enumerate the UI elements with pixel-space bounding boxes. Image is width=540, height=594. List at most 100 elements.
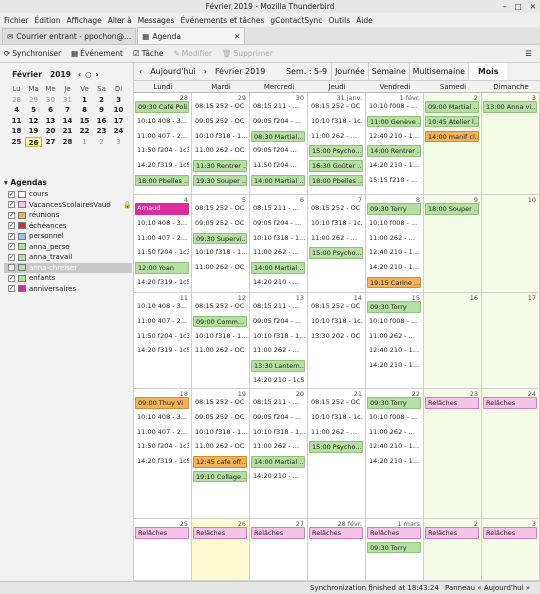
- checkbox-icon[interactable]: ✓: [8, 232, 15, 240]
- mini-day[interactable]: 16: [93, 116, 110, 127]
- calendar-event[interactable]: 14:20 210 - ...: [251, 470, 305, 483]
- mini-day[interactable]: 10: [110, 105, 127, 116]
- calendar-event[interactable]: 15:00 Psycho...: [309, 145, 363, 157]
- hamburger-menu-icon[interactable]: ☰: [525, 49, 532, 58]
- calendar-event[interactable]: 10:10 f318 - 1...: [193, 426, 247, 439]
- mini-day[interactable]: 7: [59, 105, 76, 116]
- day-cell[interactable]: 10: [482, 195, 540, 293]
- calendar-event[interactable]: 10:10 f008 - ...: [367, 101, 421, 113]
- calendar-event[interactable]: 11:00 Genève ...: [367, 115, 421, 128]
- menu-affichage[interactable]: Affichage: [66, 16, 101, 25]
- today-pane-button[interactable]: Panneau « Aujourd'hui »: [445, 584, 530, 592]
- checkbox-icon[interactable]: ✓: [8, 274, 15, 282]
- calendar-event[interactable]: 10:10 408 - 3...: [135, 301, 189, 313]
- calendar-event[interactable]: 11:00 262 - ...: [251, 247, 305, 259]
- calendar-event[interactable]: 11:00 262 - OC: [193, 345, 247, 357]
- mini-day[interactable]: 11: [8, 116, 25, 127]
- tab-week[interactable]: Semaine: [367, 63, 409, 80]
- calendar-event[interactable]: 13:30 Lantern...: [251, 360, 305, 372]
- mini-day[interactable]: 30: [42, 95, 59, 106]
- calendar-event[interactable]: 09:30 Café Poli...: [135, 101, 189, 113]
- day-cell[interactable]: 21 08:15 252 - OC 10:10 f318 - 1c... 11:00 …: [308, 389, 366, 519]
- mini-day[interactable]: 23: [93, 126, 110, 137]
- tab-multiweek[interactable]: Multisemaine: [408, 63, 468, 80]
- checkbox-icon[interactable]: ✓: [8, 243, 15, 251]
- calendar-event[interactable]: 14:20 f319 - 1c5: [135, 160, 189, 172]
- menu-aller[interactable]: Aller à: [108, 16, 132, 25]
- calendar-event[interactable]: 09:00 Thuy Vi: [135, 397, 189, 409]
- day-cell[interactable]: 24 Relâches: [482, 389, 540, 519]
- calendar-event[interactable]: 11:50 f204 - 1c3: [135, 145, 189, 157]
- mini-day[interactable]: 18: [8, 126, 25, 137]
- calendar-event[interactable]: 09:00 Comm...: [193, 315, 247, 328]
- agenda-item[interactable]: ✓ anniversaires: [4, 284, 132, 295]
- mini-calendar-month[interactable]: Février: [8, 70, 46, 79]
- day-cell[interactable]: 15 09:30 Torry 10:10 f008 - ... 11:00 262 -…: [366, 293, 424, 389]
- calendar-event[interactable]: 13:00 Anna vi...: [483, 101, 537, 113]
- calendar-event[interactable]: 12:40 210 - 1...: [367, 247, 421, 259]
- calendar-event[interactable]: 11:00 262 - ...: [367, 330, 421, 343]
- mini-day[interactable]: 27: [42, 137, 59, 148]
- calendar-event[interactable]: 15:00 Psycho...: [309, 247, 363, 259]
- tab-month[interactable]: Mois: [467, 63, 508, 80]
- calendar-event[interactable]: 10:10 f318 - 1c...: [309, 217, 363, 230]
- checkbox-icon[interactable]: ✓: [8, 201, 15, 209]
- calendar-event[interactable]: 09:05 f204 - ...: [251, 411, 305, 424]
- calendar-event[interactable]: 09:05 252 - OC: [193, 115, 247, 128]
- mini-day[interactable]: 2: [93, 137, 110, 148]
- calendar-event[interactable]: 11:30 Rentrer ...: [193, 160, 247, 172]
- menu-outils[interactable]: Outils: [328, 16, 350, 25]
- calendar-event[interactable]: 12:45 cafe off...: [193, 456, 247, 468]
- day-cell[interactable]: 8 09:30 Torry 10:10 f008 - ... 11:00 262 - …: [366, 195, 424, 293]
- today-dot-icon[interactable]: ○: [85, 70, 92, 79]
- next-icon[interactable]: ›: [199, 67, 212, 76]
- calendar-event[interactable]: 18:00 Pbelles ...: [309, 174, 363, 187]
- tab-day[interactable]: Journée: [331, 63, 368, 80]
- calendar-event[interactable]: 08:15 211 - ...: [251, 397, 305, 409]
- tab-inbox[interactable]: ✉ Courrier entrant - ppochon@...: [2, 28, 137, 44]
- calendar-event[interactable]: 09:00 Martial ...: [425, 101, 479, 113]
- menu-messages[interactable]: Messages: [138, 16, 175, 25]
- calendar-event[interactable]: 10:10 408 - 3...: [135, 411, 189, 424]
- day-cell[interactable]: 29 08:15 252 - OC 09:05 252 - OC 10:10 f318…: [192, 93, 250, 195]
- calendar-event[interactable]: 09:30 Torry: [367, 541, 421, 554]
- calendar-event[interactable]: 09:05 252 - OC: [193, 411, 247, 424]
- calendar-event[interactable]: 14:20 f319 - 1c5: [135, 456, 189, 468]
- calendar-event[interactable]: 18:00 Souper ...: [425, 203, 479, 215]
- calendar-event[interactable]: 14:00 Martial ...: [251, 262, 305, 274]
- checkbox-icon[interactable]: ✓: [8, 222, 15, 230]
- day-cell[interactable]: 5 08:15 252 - OC 09:05 252 - OC 09:30 Super…: [192, 195, 250, 293]
- mini-day[interactable]: 20: [42, 126, 59, 137]
- checkbox-icon[interactable]: ✓: [8, 253, 15, 261]
- calendar-event[interactable]: 14:20 210 - 1...: [367, 456, 421, 468]
- delete-button[interactable]: 🗑 Supprimer: [222, 49, 273, 58]
- calendar-event[interactable]: Relâches: [193, 527, 247, 539]
- agenda-item[interactable]: ✓ personnel: [4, 231, 132, 242]
- calendar-event[interactable]: 16:30 Goûter ...: [309, 160, 363, 172]
- calendar-event[interactable]: 12:00 Yoan: [135, 262, 189, 274]
- calendar-event[interactable]: 14:20 f319 - 1c5: [135, 345, 189, 357]
- calendar-event[interactable]: 09:30 Torry: [367, 203, 421, 215]
- mini-day[interactable]: 1: [76, 137, 93, 148]
- day-cell[interactable]: 23 Relâches: [424, 389, 482, 519]
- calendar-event[interactable]: 10:10 f318 - 1...: [251, 330, 305, 343]
- calendar-event[interactable]: 19:10 Collage ...: [193, 470, 247, 483]
- day-cell[interactable]: 2 Relâches: [424, 519, 482, 581]
- calendar-event[interactable]: 10:10 f318 - 1c...: [309, 115, 363, 128]
- close-icon[interactable]: ✕: [530, 0, 536, 13]
- calendar-event[interactable]: 11:00 262 - ...: [367, 426, 421, 439]
- day-cell[interactable]: 4 Arnaud 10:10 408 - 3... 11:00 407 - 2... 1…: [134, 195, 192, 293]
- calendar-event[interactable]: 15:15 f210 - ...: [367, 174, 421, 187]
- minimize-icon[interactable]: –: [503, 0, 507, 13]
- agenda-item[interactable]: ✓ anna_perso: [4, 242, 132, 253]
- mini-calendar-year[interactable]: 2019: [50, 70, 74, 79]
- mini-day[interactable]: 6: [42, 105, 59, 116]
- agenda-item[interactable]: ✓ VacancesScolairesVaud 🔒: [4, 200, 132, 211]
- day-cell[interactable]: 11 10:10 408 - 3... 11:00 407 - 2... 11:50 …: [134, 293, 192, 389]
- day-cell[interactable]: 19 08:15 252 - OC 09:05 252 - OC 10:10 f318…: [192, 389, 250, 519]
- calendar-event[interactable]: 12:40 210 - 1...: [367, 130, 421, 143]
- calendar-event[interactable]: 08:15 211 - ...: [251, 301, 305, 313]
- calendar-event[interactable]: 11:00 262 - OC: [193, 262, 247, 274]
- agenda-item[interactable]: ✓ réunions: [4, 210, 132, 221]
- day-cell[interactable]: 16: [424, 293, 482, 389]
